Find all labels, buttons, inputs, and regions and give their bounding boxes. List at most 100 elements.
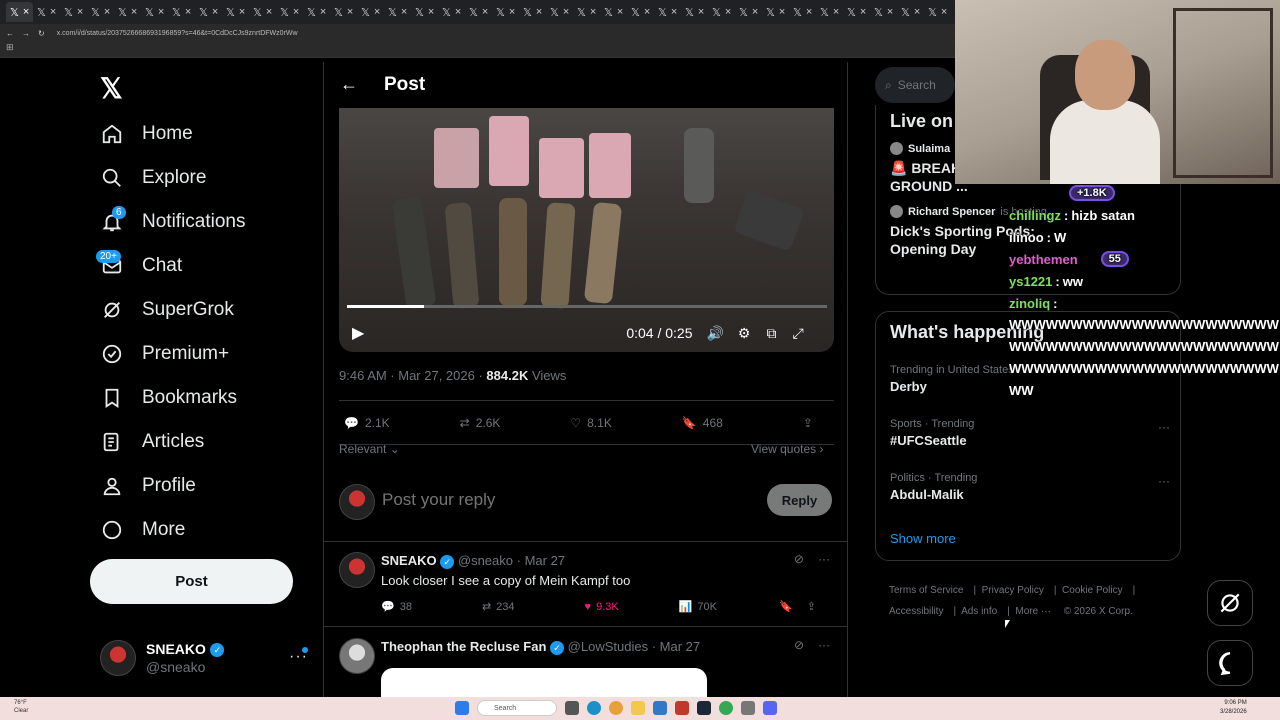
x-logo[interactable]: 𝕏 bbox=[100, 72, 123, 105]
nav-more[interactable]: More bbox=[100, 508, 246, 552]
browser-tab[interactable]: 𝕏 × bbox=[870, 2, 897, 22]
browser-tab[interactable]: 𝕏 × bbox=[438, 2, 465, 22]
close-tab-icon[interactable]: × bbox=[23, 6, 29, 18]
trend-item[interactable]: Politics · Trending Abdul-Malik bbox=[890, 472, 977, 502]
browser-tab[interactable]: 𝕏 × bbox=[492, 2, 519, 22]
tweet-date[interactable]: · Mar 27 bbox=[652, 639, 700, 654]
chrome-icon[interactable] bbox=[719, 701, 733, 715]
avatar[interactable] bbox=[339, 552, 375, 588]
nav-home[interactable]: Home bbox=[100, 112, 246, 156]
taskbar-search[interactable]: Search bbox=[477, 700, 557, 716]
nav-premium[interactable]: Premium+ bbox=[100, 332, 246, 376]
system-clock[interactable]: 9:06 PM 3/28/2026 bbox=[1220, 699, 1247, 717]
browser-tab[interactable]: 𝕏 × bbox=[708, 2, 735, 22]
footer-link[interactable]: More ··· bbox=[1015, 606, 1051, 617]
close-tab-icon[interactable]: × bbox=[482, 6, 488, 18]
tweet-media-preview[interactable] bbox=[381, 668, 707, 698]
post-timestamp[interactable]: 9:46 AM · Mar 27, 2026 · bbox=[339, 368, 486, 383]
close-tab-icon[interactable]: × bbox=[941, 6, 947, 18]
volume-icon[interactable]: 🔊 bbox=[706, 325, 723, 342]
more-dots-icon[interactable]: ··· bbox=[818, 638, 830, 652]
share-icon[interactable]: ⇪ bbox=[803, 416, 813, 430]
close-tab-icon[interactable]: × bbox=[50, 6, 56, 18]
close-tab-icon[interactable]: × bbox=[563, 6, 569, 18]
fullscreen-icon[interactable]: ⤢ bbox=[792, 325, 803, 342]
discord-icon[interactable] bbox=[763, 701, 777, 715]
tweet-handle[interactable]: @LowStudies bbox=[568, 639, 648, 654]
reply-sort-dropdown[interactable]: Relevant ⌄ bbox=[339, 442, 400, 456]
close-tab-icon[interactable]: × bbox=[914, 6, 920, 18]
file-explorer-icon[interactable] bbox=[631, 701, 645, 715]
close-tab-icon[interactable]: × bbox=[347, 6, 353, 18]
close-tab-icon[interactable]: × bbox=[212, 6, 218, 18]
browser-tab[interactable]: 𝕏 × bbox=[33, 2, 60, 22]
nav-supergrok[interactable]: SuperGrok bbox=[100, 288, 246, 332]
close-tab-icon[interactable]: × bbox=[887, 6, 893, 18]
browser-tab[interactable]: 𝕏 × bbox=[924, 2, 951, 22]
footer-link[interactable]: Terms of Service bbox=[889, 585, 963, 596]
back-arrow-icon[interactable]: ← bbox=[340, 74, 358, 95]
browser-tab[interactable]: 𝕏 × bbox=[222, 2, 249, 22]
task-view-icon[interactable] bbox=[565, 701, 579, 715]
repost-action[interactable]: ⇄ 234 bbox=[482, 600, 515, 614]
forward-icon[interactable]: → bbox=[22, 29, 30, 38]
browser-tab[interactable]: 𝕏 × bbox=[168, 2, 195, 22]
reply-tweet[interactable]: Theophan the Recluse Fan ✓ @LowStudies ·… bbox=[324, 628, 847, 698]
close-tab-icon[interactable]: × bbox=[698, 6, 704, 18]
more-dots-icon[interactable]: ··· bbox=[1158, 474, 1170, 488]
close-tab-icon[interactable]: × bbox=[428, 6, 434, 18]
browser-tab[interactable]: 𝕏 × bbox=[330, 2, 357, 22]
close-tab-icon[interactable]: × bbox=[293, 6, 299, 18]
tweet-handle[interactable]: @sneako bbox=[458, 553, 513, 568]
picture-in-picture-icon[interactable]: ⧉ bbox=[766, 325, 776, 342]
close-tab-icon[interactable]: × bbox=[401, 6, 407, 18]
back-icon[interactable]: ← bbox=[6, 29, 14, 38]
nav-explore[interactable]: Explore bbox=[100, 156, 246, 200]
browser-tab[interactable]: 𝕏 × bbox=[249, 2, 276, 22]
like-action[interactable]: ♡ 8.1K bbox=[570, 416, 611, 430]
browser-tab[interactable]: 𝕏 × bbox=[789, 2, 816, 22]
browser-tab[interactable]: 𝕏 × bbox=[6, 2, 33, 22]
browser-tab[interactable]: 𝕏 × bbox=[141, 2, 168, 22]
browser-tab[interactable]: 𝕏 × bbox=[519, 2, 546, 22]
grok-fab-button[interactable] bbox=[1207, 580, 1253, 626]
close-tab-icon[interactable]: × bbox=[158, 6, 164, 18]
view-quotes-link[interactable]: View quotes › bbox=[751, 442, 824, 456]
reply-action[interactable]: 💬 2.1K bbox=[344, 416, 390, 430]
weather-widget[interactable]: 76°F Clear bbox=[14, 699, 28, 715]
video-progress-bar[interactable] bbox=[347, 305, 827, 308]
close-tab-icon[interactable]: × bbox=[104, 6, 110, 18]
steam-icon[interactable] bbox=[697, 701, 711, 715]
close-tab-icon[interactable]: × bbox=[131, 6, 137, 18]
more-dots-icon[interactable]: ··· bbox=[818, 552, 830, 566]
url-text[interactable]: x.com/i/d/status/2037526668693196859?s=4… bbox=[57, 30, 298, 37]
views-action[interactable]: 📊 70K bbox=[679, 600, 717, 614]
close-tab-icon[interactable]: × bbox=[536, 6, 542, 18]
like-action[interactable]: ♥ 9.3K bbox=[585, 600, 619, 613]
app-icon[interactable] bbox=[675, 701, 689, 715]
close-tab-icon[interactable]: × bbox=[617, 6, 623, 18]
edge-icon[interactable] bbox=[587, 701, 601, 715]
share-icon[interactable]: ⇪ bbox=[807, 600, 816, 613]
footer-link[interactable]: Privacy Policy bbox=[982, 585, 1044, 596]
nav-notifications[interactable]: 6 Notifications bbox=[100, 200, 246, 244]
reload-icon[interactable]: ↻ bbox=[38, 29, 45, 38]
close-tab-icon[interactable]: × bbox=[671, 6, 677, 18]
browser-tab[interactable]: 𝕏 × bbox=[762, 2, 789, 22]
tweet-date[interactable]: · Mar 27 bbox=[517, 553, 565, 568]
close-tab-icon[interactable]: × bbox=[320, 6, 326, 18]
browser-tab[interactable]: 𝕏 × bbox=[843, 2, 870, 22]
browser-tab[interactable]: 𝕏 × bbox=[573, 2, 600, 22]
tweet-author-name[interactable]: SNEAKO bbox=[381, 553, 437, 568]
footer-link[interactable]: Ads info bbox=[961, 606, 997, 617]
close-tab-icon[interactable]: × bbox=[752, 6, 758, 18]
nav-chat[interactable]: 20+ Chat bbox=[96, 244, 246, 288]
nav-bookmarks[interactable]: Bookmarks bbox=[100, 376, 246, 420]
close-tab-icon[interactable]: × bbox=[860, 6, 866, 18]
browser-tab[interactable]: 𝕏 × bbox=[60, 2, 87, 22]
account-switcher[interactable]: SNEAKO ✓ @sneako bbox=[100, 640, 225, 676]
apps-grid-icon[interactable]: ⊞ bbox=[6, 42, 14, 52]
avatar[interactable] bbox=[339, 638, 375, 674]
browser-tab[interactable]: 𝕏 × bbox=[114, 2, 141, 22]
footer-link[interactable]: Cookie Policy bbox=[1062, 585, 1123, 596]
